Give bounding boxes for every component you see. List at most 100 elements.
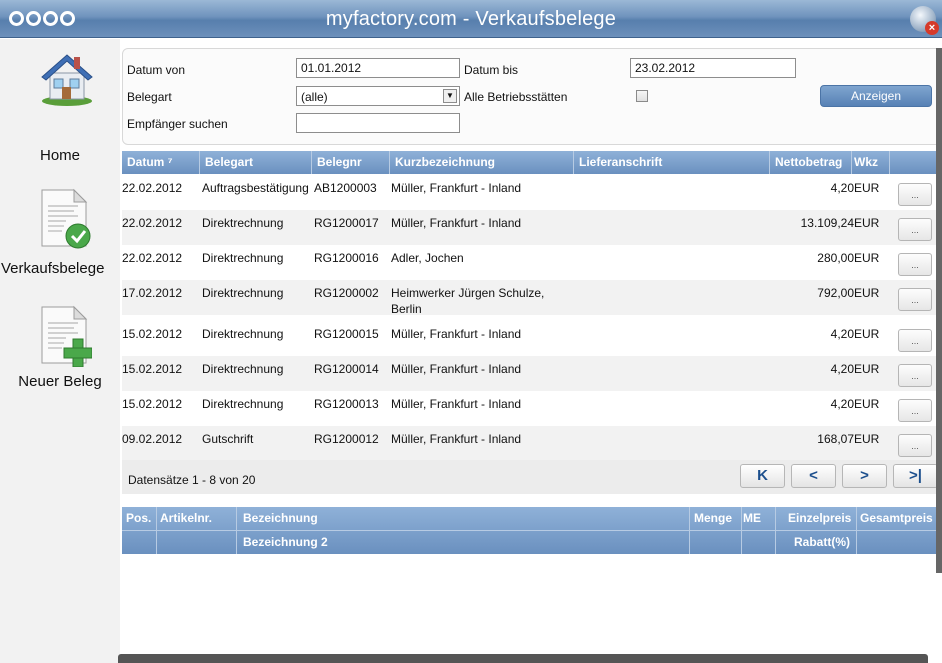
column-divider [775, 507, 776, 554]
home-icon [41, 54, 93, 106]
col-header-belegart[interactable]: Belegart [200, 151, 312, 174]
document-add-icon [41, 305, 92, 367]
belegart-select[interactable]: (alle) ▼ [296, 86, 460, 106]
row-details-button[interactable]: ... [898, 329, 932, 352]
cell-belegart: Direktrechnung [202, 397, 284, 411]
cell-nettobetrag: 13.109,24 [800, 216, 854, 230]
cell-nettobetrag: 4,20 [830, 181, 854, 195]
col-header-bezeichnung[interactable]: Bezeichnung [239, 507, 318, 530]
column-divider [689, 507, 690, 554]
cell-nettobetrag: 168,07 [817, 432, 854, 446]
cell-nettobetrag: 792,00 [817, 286, 854, 300]
cell-belegart: Direktrechnung [202, 327, 284, 341]
sidebar-item-verkaufsbelege[interactable]: Verkaufsbelege [0, 184, 120, 284]
table-row[interactable]: 09.02.2012 Gutschrift RG1200012 Müller, … [122, 426, 942, 461]
row-details-button[interactable]: ... [898, 434, 932, 457]
column-divider [156, 507, 157, 554]
prev-page-button[interactable]: < [791, 464, 836, 488]
cell-belegart: Direktrechnung [202, 362, 284, 376]
sidebar-item-label: Verkaufsbelege [1, 260, 105, 277]
first-page-icon: K [757, 467, 768, 484]
last-page-button[interactable]: >| [893, 464, 938, 488]
chevron-left-icon: < [809, 467, 818, 484]
close-button[interactable]: × [910, 6, 939, 35]
sidebar-item-label: Home [39, 147, 80, 164]
datum-von-field[interactable] [296, 58, 460, 78]
pagination-bar: Datensätze 1 - 8 von 20 K < > >| [122, 460, 942, 494]
first-page-button[interactable]: K [740, 464, 785, 488]
row-details-button[interactable]: ... [898, 364, 932, 387]
cell-datum: 15.02.2012 [122, 362, 183, 376]
last-page-icon: >| [909, 467, 922, 484]
vertical-scrollbar[interactable] [936, 48, 942, 573]
window-title: myfactory.com - Verkaufsbelege [325, 8, 617, 30]
cell-datum: 09.02.2012 [122, 432, 183, 446]
col-header-me[interactable]: ME [739, 507, 761, 530]
cell-belegnr: RG1200013 [314, 397, 379, 411]
col-header-belegnr[interactable]: Belegnr [312, 151, 390, 174]
col-header-kurzbezeichnung[interactable]: Kurzbezeichnung [390, 151, 574, 174]
cell-datum: 22.02.2012 [122, 181, 183, 195]
row-details-button[interactable]: ... [898, 183, 932, 206]
cell-kurzbezeichnung: Adler, Jochen [391, 251, 464, 265]
col-header-artikelnr[interactable]: Artikelnr. [156, 507, 212, 530]
cell-kurzbezeichnung: Heimwerker Jürgen Schulze, [391, 286, 545, 300]
column-divider [236, 507, 237, 554]
next-page-button[interactable]: > [842, 464, 887, 488]
horizontal-scrollbar[interactable] [118, 654, 928, 663]
col-header-nettobetrag[interactable]: Nettobetrag [770, 151, 852, 174]
cell-belegnr: RG1200014 [314, 362, 379, 376]
col-header-actions [890, 151, 942, 174]
col-header-datum[interactable]: Datum ⁷ [122, 151, 200, 174]
table-row[interactable]: 15.02.2012 Direktrechnung RG1200015 Müll… [122, 321, 942, 356]
cell-kurzbezeichnung: Müller, Frankfurt - Inland [391, 362, 522, 376]
datum-bis-field[interactable] [630, 58, 796, 78]
col-header-gesamtpreis[interactable]: Gesamtpreis [856, 507, 942, 530]
column-divider [741, 507, 742, 554]
row-details-button[interactable]: ... [898, 399, 932, 422]
column-divider [856, 507, 857, 554]
cell-nettobetrag: 4,20 [830, 362, 854, 376]
cell-belegnr: RG1200002 [314, 286, 379, 300]
table-row[interactable]: 15.02.2012 Direktrechnung RG1200014 Müll… [122, 356, 942, 391]
cell-nettobetrag: 280,00 [817, 251, 854, 265]
anzeigen-button[interactable]: Anzeigen [820, 85, 932, 107]
cell-kurzbezeichnung: Müller, Frankfurt - Inland [391, 397, 522, 411]
close-icon: × [925, 21, 939, 35]
table-row[interactable]: 17.02.2012 Direktrechnung RG1200002 Heim… [122, 280, 942, 316]
cell-wkz: EUR [854, 432, 880, 446]
chevron-right-icon: > [860, 467, 869, 484]
cell-kurzbezeichnung: Müller, Frankfurt - Inland [391, 327, 522, 341]
cell-belegart: Auftragsbestätigung [202, 181, 309, 195]
cell-wkz: EUR [854, 397, 880, 411]
table-row[interactable]: 22.02.2012 Auftragsbestätigung AB1200003… [122, 175, 942, 210]
betriebsstaetten-label: Alle Betriebsstätten [464, 90, 568, 104]
row-details-button[interactable]: ... [898, 218, 932, 241]
cell-datum: 15.02.2012 [122, 327, 183, 341]
empfaenger-label: Empfänger suchen [127, 117, 228, 131]
datum-von-label: Datum von [127, 63, 186, 77]
betriebsstaetten-checkbox[interactable] [636, 90, 648, 102]
cell-kurzbezeichnung: Müller, Frankfurt - Inland [391, 432, 522, 446]
cell-belegart: Direktrechnung [202, 251, 284, 265]
cell-belegnr: RG1200016 [314, 251, 379, 265]
cell-nettobetrag: 4,20 [830, 397, 854, 411]
col-header-lieferanschrift[interactable]: Lieferanschrift [574, 151, 770, 174]
col-header-wkz[interactable]: Wkz [852, 151, 890, 174]
col-header-rabatt[interactable]: Rabatt(%) [790, 531, 850, 554]
sidebar-item-home[interactable]: Home [0, 39, 120, 179]
table-row[interactable]: 22.02.2012 Direktrechnung RG1200017 Müll… [122, 210, 942, 245]
sidebar-item-neuer-beleg[interactable]: Neuer Beleg [0, 301, 120, 401]
table-row[interactable]: 22.02.2012 Direktrechnung RG1200016 Adle… [122, 245, 942, 280]
col-header-bezeichnung-2[interactable]: Bezeichnung 2 [239, 531, 328, 554]
col-header-einzelpreis[interactable]: Einzelpreis [784, 507, 851, 530]
row-details-button[interactable]: ... [898, 288, 932, 311]
positionen-table-body [122, 554, 942, 654]
col-header-pos[interactable]: Pos. [122, 507, 151, 530]
col-header-menge[interactable]: Menge [690, 507, 732, 530]
empfaenger-search-input[interactable] [296, 113, 460, 133]
datum-bis-label: Datum bis [464, 63, 519, 77]
row-details-button[interactable]: ... [898, 253, 932, 276]
cell-kurzbezeichnung: Müller, Frankfurt - Inland [391, 181, 522, 195]
table-row[interactable]: 15.02.2012 Direktrechnung RG1200013 Müll… [122, 391, 942, 426]
